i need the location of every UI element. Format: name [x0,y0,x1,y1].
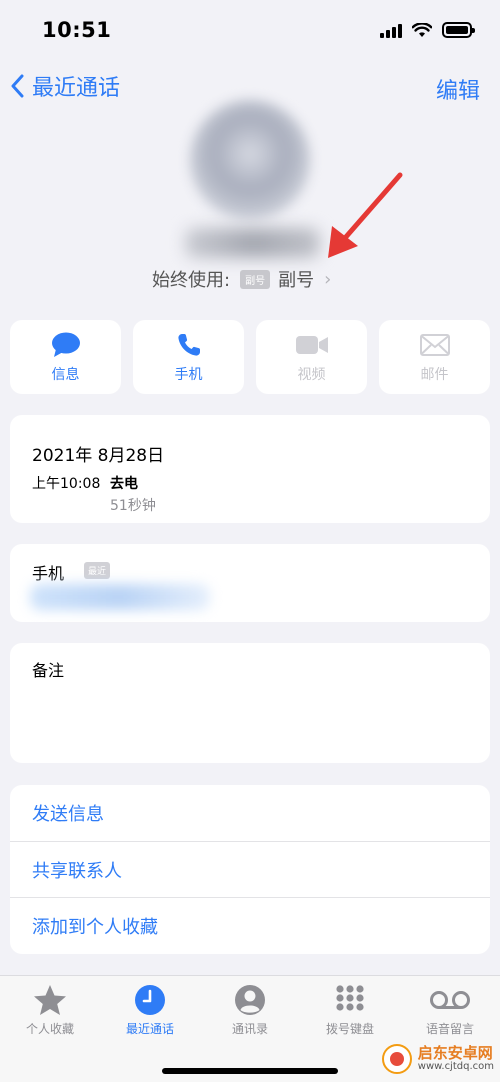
back-button[interactable]: 最近通话 [10,70,120,102]
keypad-icon [336,985,364,1016]
notes-label: 备注 [32,661,65,680]
always-use-label: 始终使用: [152,270,231,291]
tab-voicemail-label: 语音留言 [425,1022,474,1036]
tab-contacts-label: 通讯录 [231,1022,268,1036]
phone-label: 手机 [32,564,65,583]
voicemail-icon [430,991,470,1009]
clock-icon [135,985,165,1015]
video-camera-icon [295,336,328,354]
tab-keypad[interactable]: 拨号键盘 [300,982,400,1042]
edit-button[interactable]: 编辑 [436,73,480,105]
phone-number-card[interactable]: 手机 最近 [10,544,490,622]
site-watermark: 启东安卓网 www.cjtdq.com [381,1043,494,1074]
share-contact-link[interactable]: 共享联系人 [10,841,490,897]
sim-name: 副号 [278,270,315,291]
call-action-button[interactable]: 手机 [133,320,244,394]
call-type: 去电 [110,476,138,492]
mail-envelope-icon [419,334,450,356]
call-date: 2021年 8月28日 [32,446,165,466]
call-time: 上午10:08 [32,476,101,492]
message-bubble-icon [51,332,80,357]
phone-icon [177,334,200,356]
contact-actions-list: 发送信息 共享联系人 添加到个人收藏 [10,785,490,954]
tab-keypad-label: 拨号键盘 [325,1022,374,1036]
video-action-label: 视频 [297,367,326,383]
status-time: 10:51 [42,18,112,42]
wifi-icon [412,22,432,37]
call-action-label: 手机 [174,367,203,383]
notes-card[interactable]: 备注 [10,643,490,763]
add-to-favorites-link[interactable]: 添加到个人收藏 [10,897,490,953]
mail-action-button[interactable]: 邮件 [379,320,490,394]
tab-contacts[interactable]: 通讯录 [200,982,300,1042]
status-icons [380,22,475,38]
call-history-card: 2021年 8月28日 上午10:08 去电 51秒钟 [10,415,490,523]
message-action-button[interactable]: 信息 [10,320,121,394]
contact-name-redacted [185,228,320,258]
battery-icon [442,22,475,38]
default-line-selector[interactable]: 始终使用: 副号 副号 › [152,266,331,292]
tab-favorites-label: 个人收藏 [25,1022,74,1036]
tab-recents-label: 最近通话 [125,1022,174,1036]
tab-favorites[interactable]: 个人收藏 [0,982,100,1042]
person-icon [235,985,265,1015]
tab-recents[interactable]: 最近通话 [100,982,200,1042]
watermark-title: 启东安卓网 [417,1043,493,1062]
contact-avatar [190,100,310,220]
cellular-signal-icon [380,22,402,38]
back-button-label: 最近通话 [32,76,121,101]
message-action-label: 信息 [51,367,80,383]
phone-number-redacted[interactable] [30,584,210,610]
call-duration: 51秒钟 [110,498,156,514]
chevron-right-icon: › [324,268,332,290]
home-indicator [162,1068,338,1074]
sim-badge: 副号 [240,269,271,289]
watermark-url: www.cjtdq.com [417,1060,494,1072]
tab-voicemail[interactable]: 语音留言 [400,982,500,1042]
video-action-button[interactable]: 视频 [256,320,367,394]
mail-action-label: 邮件 [420,367,449,383]
status-bar: 10:51 [0,0,500,60]
star-icon [34,985,66,1015]
recent-badge: 最近 [84,562,111,579]
watermark-logo-icon [381,1044,412,1074]
send-message-link[interactable]: 发送信息 [10,785,490,841]
chevron-left-icon [11,74,24,98]
quick-actions: 信息 手机 视频 邮件 [10,320,490,394]
